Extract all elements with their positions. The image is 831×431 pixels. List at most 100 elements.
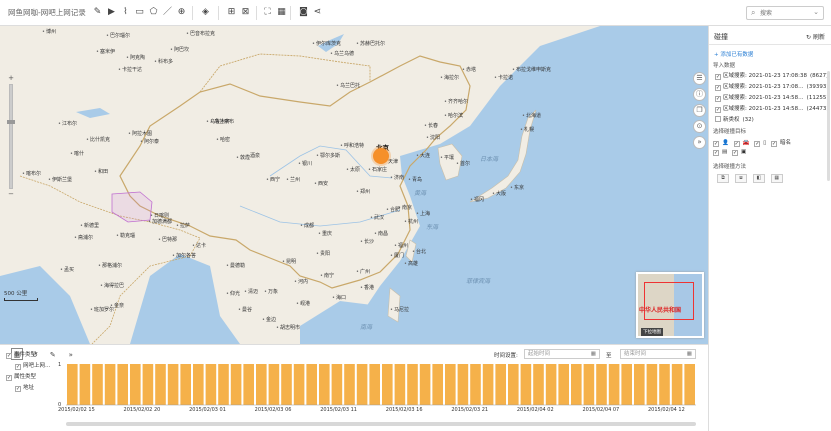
timeline-bar[interactable] bbox=[634, 364, 645, 405]
zoom-icon[interactable]: ⊕ bbox=[176, 7, 187, 18]
tree-item[interactable]: ✓ 地址 bbox=[15, 383, 34, 392]
tree-item[interactable]: ✓ 事件类型 bbox=[6, 350, 36, 359]
data-row-checkbox[interactable] bbox=[715, 116, 721, 122]
timeline-bar[interactable] bbox=[671, 364, 683, 405]
timeline-scrollbar[interactable] bbox=[66, 422, 696, 426]
timeline-bar[interactable] bbox=[583, 364, 595, 405]
copy-icon[interactable]: ❐ bbox=[693, 104, 706, 117]
timeline-bar[interactable] bbox=[394, 364, 406, 405]
data-row-checkbox[interactable]: ✓ bbox=[715, 74, 721, 80]
lasso-icon[interactable]: ⌇ bbox=[120, 7, 131, 18]
timeline-bar[interactable] bbox=[230, 364, 242, 405]
timeline-chart[interactable]: 1 0 2015/02/02 15 2015/02/02 20 2015/02/03 0… bbox=[56, 359, 702, 429]
timeline-bar[interactable] bbox=[558, 364, 569, 405]
add-data-link[interactable]: + 添加已有数据 bbox=[714, 50, 753, 58]
diff-icon[interactable]: ◧ bbox=[752, 174, 765, 183]
deselect-icon[interactable]: ⊠ bbox=[240, 7, 251, 18]
timeline-bar[interactable] bbox=[142, 364, 154, 405]
end-time-input[interactable]: 结束时间 ▦ bbox=[620, 349, 696, 359]
refresh-button[interactable]: ↻ 刷新 bbox=[806, 32, 825, 41]
play-icon[interactable]: ▶ bbox=[106, 7, 117, 18]
timeline-bar[interactable] bbox=[180, 364, 191, 405]
intersect-icon[interactable]: ⧈ bbox=[734, 174, 747, 183]
target-id-checkbox[interactable]: ✓ bbox=[713, 150, 719, 156]
search-box[interactable]: ⌕ ⌄ bbox=[746, 6, 824, 20]
timeline-bar[interactable] bbox=[432, 364, 443, 405]
timeline-bar[interactable] bbox=[369, 364, 380, 405]
timeline-bar[interactable] bbox=[167, 364, 179, 405]
timeline-bar[interactable] bbox=[319, 364, 330, 405]
start-time-input[interactable]: 起始时间 ▦ bbox=[524, 349, 600, 359]
data-row[interactable]: ✓ 区域搜索: 2021-01-23 17:08:38 (8627) bbox=[715, 71, 828, 80]
timeline-bar[interactable] bbox=[571, 364, 582, 405]
target-phone-checkbox[interactable]: ✓ bbox=[754, 141, 761, 147]
timeline-bar[interactable] bbox=[457, 364, 469, 405]
edit-icon[interactable]: ✎ bbox=[92, 7, 103, 18]
timeline-bar[interactable] bbox=[155, 364, 166, 405]
timeline-bar[interactable] bbox=[130, 364, 141, 405]
timeline-bar[interactable] bbox=[621, 364, 632, 405]
zoom-knob[interactable] bbox=[7, 120, 15, 124]
share-icon[interactable]: ⋖ bbox=[312, 7, 323, 18]
union-icon[interactable]: ⧉ bbox=[717, 174, 729, 183]
target-car-checkbox[interactable]: ✓ bbox=[733, 141, 740, 147]
timeline-bar[interactable] bbox=[117, 364, 128, 405]
info-icon[interactable]: ⓘ bbox=[693, 88, 706, 101]
target-person-checkbox[interactable]: ✓ bbox=[713, 141, 719, 147]
timeline-bar[interactable] bbox=[495, 364, 506, 405]
list-icon[interactable]: ☰ bbox=[693, 72, 706, 85]
timeline-bar[interactable] bbox=[659, 364, 670, 405]
timeline-bar[interactable] bbox=[79, 364, 91, 405]
calendar-icon[interactable]: ▦ bbox=[591, 350, 596, 358]
complement-icon[interactable]: ▦ bbox=[770, 174, 783, 183]
timeline-bar[interactable] bbox=[256, 364, 267, 405]
cluster-marker[interactable] bbox=[373, 148, 389, 164]
timeline-bar[interactable] bbox=[407, 364, 418, 405]
tree-checkbox[interactable]: ✓ bbox=[15, 364, 21, 370]
tree-checkbox[interactable]: ✓ bbox=[6, 375, 12, 381]
timeline-bar[interactable] bbox=[596, 364, 607, 405]
select-all-icon[interactable]: ⊞ bbox=[226, 7, 237, 18]
timeline-bar[interactable] bbox=[646, 364, 658, 405]
timeline-bar[interactable] bbox=[520, 364, 532, 405]
search-input[interactable] bbox=[760, 8, 808, 18]
timeline-bar[interactable] bbox=[445, 364, 456, 405]
camera-icon[interactable]: ◙ bbox=[298, 7, 309, 18]
timeline-bar[interactable] bbox=[608, 364, 620, 405]
timeline-bar[interactable] bbox=[382, 364, 393, 405]
timeline-bar[interactable] bbox=[344, 364, 355, 405]
timeline-bar[interactable] bbox=[92, 364, 103, 405]
rect-select-icon[interactable]: ▭ bbox=[134, 7, 145, 18]
line-icon[interactable]: ／ bbox=[162, 7, 173, 18]
data-row-checkbox[interactable]: ✓ bbox=[715, 96, 721, 102]
data-row[interactable]: ✓ 区域搜索: 2021-01-23 14:58… (11255) bbox=[715, 93, 828, 102]
zoom-out-button[interactable]: − bbox=[7, 190, 15, 198]
timeline-bar[interactable] bbox=[293, 364, 305, 405]
timeline-bar[interactable] bbox=[306, 364, 317, 405]
overview-map[interactable]: 中华人民共和国 下拉地图 bbox=[636, 272, 704, 338]
tree-item[interactable]: ✓ 属性类型 bbox=[6, 372, 36, 381]
data-row[interactable]: 新类权 (32) bbox=[715, 115, 827, 123]
timeline-bar[interactable] bbox=[482, 364, 494, 405]
layers-icon[interactable]: ◈ bbox=[200, 7, 211, 18]
table-icon[interactable]: ▦ bbox=[276, 7, 287, 18]
timeline-bar[interactable] bbox=[243, 364, 254, 405]
tree-checkbox[interactable]: ✓ bbox=[15, 386, 21, 392]
polygon-select-icon[interactable]: ⬠ bbox=[148, 7, 159, 18]
tree-checkbox[interactable]: ✓ bbox=[6, 353, 12, 359]
timeline-bar[interactable] bbox=[508, 364, 519, 405]
overview-toggle-button[interactable]: 下拉地图 bbox=[641, 328, 663, 336]
pin-icon[interactable]: ⊙ bbox=[693, 120, 706, 133]
data-row[interactable]: ✓ 区域搜索: 2021-01-23 14:58… (24473) bbox=[715, 104, 828, 113]
timeline-bar[interactable] bbox=[356, 364, 368, 405]
data-row-checkbox[interactable]: ✓ bbox=[715, 85, 721, 91]
expand-icon[interactable]: » bbox=[693, 136, 706, 149]
timeline-bar[interactable] bbox=[193, 364, 204, 405]
timeline-bar[interactable] bbox=[470, 364, 481, 405]
zoom-track[interactable] bbox=[9, 84, 13, 189]
timeline-bar[interactable] bbox=[331, 364, 343, 405]
overview-viewport[interactable] bbox=[644, 282, 694, 320]
timeline-bar[interactable] bbox=[205, 364, 217, 405]
timeline-bar[interactable] bbox=[67, 364, 78, 405]
timeline-bar[interactable] bbox=[268, 364, 280, 405]
